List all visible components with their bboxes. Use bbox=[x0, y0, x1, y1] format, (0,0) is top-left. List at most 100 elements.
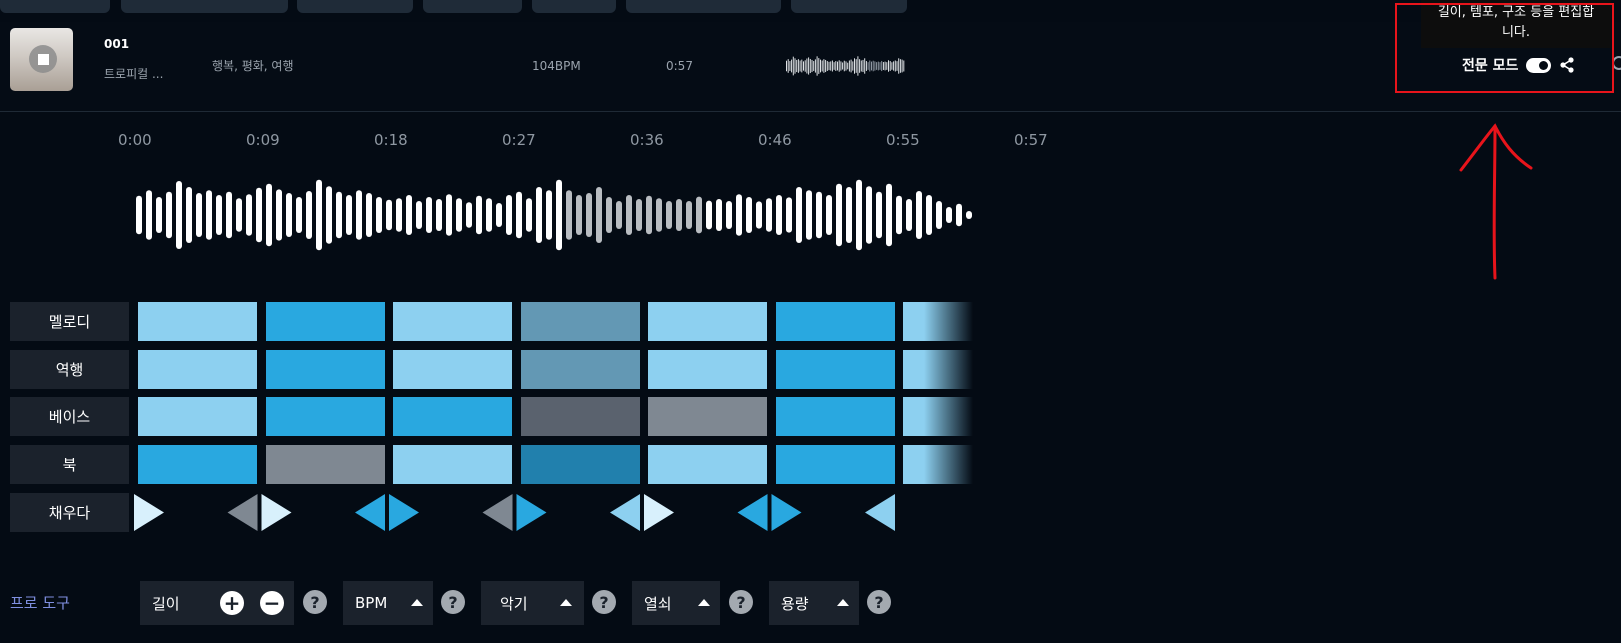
grid-cell[interactable] bbox=[393, 349, 512, 389]
grid-cell[interactable] bbox=[138, 397, 257, 436]
key-help-icon[interactable]: ? bbox=[729, 590, 753, 614]
grid-cell[interactable] bbox=[520, 444, 640, 484]
mini-waveform-bar bbox=[869, 60, 871, 72]
fill-row[interactable] bbox=[134, 493, 914, 532]
help-icon[interactable] bbox=[1612, 56, 1621, 70]
volume-label: 용량 bbox=[781, 594, 809, 613]
main-waveform[interactable] bbox=[134, 170, 974, 260]
waveform-bar bbox=[856, 179, 862, 251]
grid-cell[interactable] bbox=[265, 444, 385, 484]
caret-up-icon bbox=[411, 599, 423, 606]
fill-triangle-right-icon[interactable] bbox=[261, 494, 292, 531]
length-decrease-button[interactable]: − bbox=[260, 591, 284, 615]
fill-triangle-right-icon[interactable] bbox=[134, 494, 164, 531]
grid-cell[interactable] bbox=[648, 349, 767, 389]
waveform-bar bbox=[226, 191, 232, 239]
fill-triangle-left-icon[interactable] bbox=[355, 494, 385, 531]
track-thumbnail[interactable] bbox=[10, 28, 73, 91]
grid-cell[interactable] bbox=[393, 302, 512, 341]
mini-waveform-bar bbox=[862, 59, 864, 73]
instrument-control[interactable]: 악기 bbox=[481, 581, 584, 625]
waveform-bar bbox=[746, 197, 752, 233]
caret-up-icon bbox=[560, 599, 572, 606]
mini-waveform-bar bbox=[813, 61, 815, 71]
pro-tools-label: 프로 도구 bbox=[10, 594, 70, 612]
mini-waveform-bar bbox=[816, 56, 818, 76]
track-number: 001 bbox=[104, 37, 130, 51]
top-tab[interactable] bbox=[423, 0, 522, 13]
grid-cell[interactable] bbox=[265, 397, 385, 436]
waveform-bar bbox=[546, 190, 552, 240]
grid-cell[interactable] bbox=[775, 302, 895, 341]
waveform-bar bbox=[316, 179, 322, 251]
stop-button[interactable] bbox=[29, 45, 57, 73]
grid-cell[interactable] bbox=[138, 444, 257, 484]
top-tab[interactable] bbox=[121, 0, 288, 13]
grid-cell[interactable] bbox=[265, 349, 385, 389]
grid-cell[interactable] bbox=[648, 397, 767, 436]
fill-triangle-left-icon[interactable] bbox=[227, 494, 258, 531]
volume-help-icon[interactable]: ? bbox=[867, 590, 891, 614]
waveform-bar bbox=[836, 183, 842, 247]
mini-waveform-bar bbox=[891, 62, 893, 70]
bpm-help-icon[interactable]: ? bbox=[441, 590, 465, 614]
length-increase-button[interactable]: + bbox=[220, 591, 244, 615]
grid-cell[interactable] bbox=[775, 397, 895, 436]
grid-cell[interactable] bbox=[775, 349, 895, 389]
top-tab[interactable] bbox=[0, 0, 110, 13]
grid-cell[interactable] bbox=[903, 302, 973, 341]
mini-waveform-bar bbox=[820, 59, 821, 73]
waveform-bar bbox=[946, 207, 952, 223]
mini-waveform[interactable] bbox=[786, 52, 906, 80]
key-label: 열쇠 bbox=[644, 594, 672, 613]
instrument-help-icon[interactable]: ? bbox=[592, 590, 616, 614]
waveform-bar bbox=[666, 201, 672, 229]
track-row[interactable]: 001 트로피컬 ... 행복, 평화, 여행 104BPM 0:57 bbox=[0, 22, 1621, 112]
grid-row-label: 멜로디 bbox=[10, 302, 129, 341]
mini-waveform-bar bbox=[867, 62, 869, 70]
volume-control[interactable]: 용량 bbox=[769, 581, 859, 625]
key-control[interactable]: 열쇠 bbox=[632, 581, 720, 625]
pro-mode-toggle[interactable] bbox=[1526, 57, 1552, 73]
mini-waveform-bar bbox=[860, 60, 862, 72]
timeline-ruler[interactable]: 0:00 0:09 0:18 0:27 0:36 0:46 0:55 0:57 bbox=[0, 131, 1100, 151]
track-name[interactable]: 트로피컬 ... bbox=[104, 65, 163, 82]
mini-waveform-bar bbox=[814, 59, 816, 73]
top-tab[interactable] bbox=[297, 0, 413, 13]
fill-triangle-left-icon[interactable] bbox=[610, 494, 640, 531]
fill-row-label: 채우다 bbox=[10, 493, 129, 532]
grid-cell[interactable] bbox=[775, 444, 895, 484]
grid-cell[interactable] bbox=[903, 444, 973, 484]
mini-waveform-bar bbox=[854, 58, 855, 74]
grid-cell[interactable] bbox=[138, 302, 257, 341]
top-tab[interactable] bbox=[626, 0, 781, 13]
share-icon[interactable] bbox=[1559, 57, 1575, 73]
top-tab[interactable] bbox=[532, 0, 616, 13]
fill-triangle-left-icon[interactable] bbox=[737, 494, 768, 531]
grid-cell[interactable] bbox=[648, 302, 767, 341]
fill-triangle-left-icon[interactable] bbox=[865, 494, 895, 531]
grid-cell[interactable] bbox=[648, 444, 767, 484]
grid-cell[interactable] bbox=[265, 302, 385, 341]
fill-triangle-right-icon[interactable] bbox=[389, 494, 419, 531]
grid-row-label: 북 bbox=[10, 444, 129, 484]
mini-waveform-bar bbox=[888, 60, 889, 72]
grid-cell[interactable] bbox=[903, 397, 973, 436]
app-root: 001 트로피컬 ... 행복, 평화, 여행 104BPM 0:57 길이, … bbox=[0, 0, 1621, 643]
grid-cell[interactable] bbox=[138, 349, 257, 389]
grid-cell[interactable] bbox=[520, 302, 640, 341]
mini-waveform-bar bbox=[801, 59, 803, 73]
fill-triangle-right-icon[interactable] bbox=[644, 494, 674, 531]
track-duration: 0:57 bbox=[666, 59, 693, 73]
grid-cell[interactable] bbox=[903, 349, 973, 389]
bpm-control[interactable]: BPM bbox=[343, 581, 433, 625]
length-help-icon[interactable]: ? bbox=[303, 590, 327, 614]
grid-cell[interactable] bbox=[393, 444, 512, 484]
fill-triangle-right-icon[interactable] bbox=[516, 494, 547, 531]
grid-cell[interactable] bbox=[520, 349, 640, 389]
top-tab[interactable] bbox=[791, 0, 907, 13]
fill-triangle-right-icon[interactable] bbox=[771, 494, 802, 531]
fill-triangle-left-icon[interactable] bbox=[482, 494, 513, 531]
grid-cell[interactable] bbox=[393, 397, 512, 436]
grid-cell[interactable] bbox=[520, 397, 640, 436]
